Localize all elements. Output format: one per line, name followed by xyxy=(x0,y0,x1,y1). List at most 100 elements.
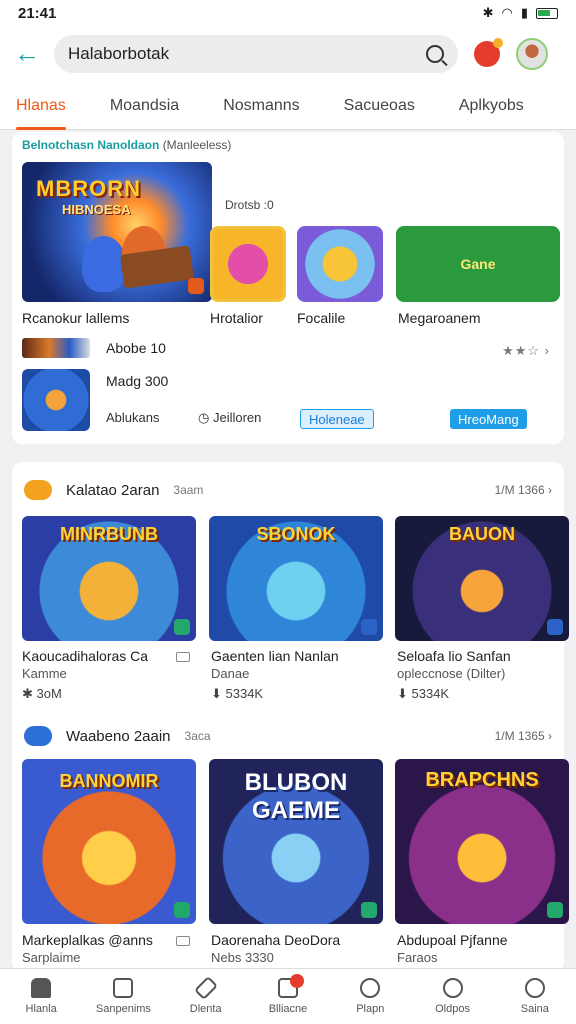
game-art-title: MINRBUNB xyxy=(60,524,158,544)
tab-bar: Hlanas Moandsia Nosmanns Sacueoas Aplkyo… xyxy=(0,82,576,130)
tile-label-1: Hrotalior xyxy=(210,310,263,326)
rating-stars: ★★☆ › xyxy=(502,343,550,358)
game-art-title: SBONOK xyxy=(256,524,336,544)
avatar[interactable] xyxy=(516,38,548,70)
game-art-title: BLUBON GAEME xyxy=(244,769,348,824)
game-subtitle: Danae xyxy=(211,666,250,681)
tab-hlanas[interactable]: Hlanas xyxy=(0,82,82,130)
game-card-image[interactable]: BAUON xyxy=(395,516,569,641)
row-2-text: Madg 300 xyxy=(106,373,169,389)
row-1-text: Abobe 10 xyxy=(106,340,166,356)
tab-sacueoas[interactable]: Sacueoas xyxy=(316,82,431,130)
section-2-more[interactable]: 1/M 1365 › xyxy=(495,729,552,743)
nav-play[interactable]: Plapn xyxy=(329,969,411,1024)
game-size-text: 5334K xyxy=(225,686,264,701)
game-art-title: BANNOMIR xyxy=(59,771,159,791)
top-bar: ← xyxy=(0,26,576,82)
row-thumbnail xyxy=(22,338,90,358)
tab-aplkyobs[interactable]: Aplkyobs xyxy=(431,82,540,130)
game-badge-icon xyxy=(174,619,190,635)
featured-title-text: Belnotchasn Nanoldaon xyxy=(22,138,160,152)
section-2-header[interactable]: Waabeno 2aain 3aca 1/M 1365 › xyxy=(24,726,552,746)
nav-edit[interactable]: Dlenta xyxy=(165,969,247,1024)
game-card-image[interactable]: BANNOMIR xyxy=(22,759,196,924)
game-card-image[interactable]: MINRBUNB xyxy=(22,516,196,641)
featured-pill-2[interactable]: HreoMang xyxy=(450,409,527,429)
game-size: ⬇ 5334K xyxy=(397,686,449,702)
game-name: Abdupoal Pjfanne xyxy=(397,932,508,948)
featured-card: Belnotchasn Nanoldaon (Manleeless) MBROR… xyxy=(12,132,564,444)
game-badge-icon xyxy=(361,619,377,635)
clock-icon: ◷ xyxy=(198,410,210,425)
game-badge-icon xyxy=(547,619,563,635)
download-count-icon: ⬇ xyxy=(211,686,226,701)
row-thumbnail xyxy=(22,369,90,431)
character-art xyxy=(82,236,126,292)
section-2-icon xyxy=(24,726,52,746)
game-card-image[interactable]: BLUBON GAEME xyxy=(209,759,383,924)
section-1-small: 3aam xyxy=(173,483,204,497)
game-size: ⬇ 5334K xyxy=(211,686,263,702)
game-tile-2[interactable] xyxy=(297,226,383,302)
section-2-small: 3aca xyxy=(184,729,211,743)
home-icon xyxy=(31,978,52,998)
featured-side-meta: Drotsb :0 xyxy=(225,198,274,212)
section-1-title: Kalatao 2aran xyxy=(66,481,160,499)
banner-art-sub: HIBNOESA xyxy=(62,202,131,217)
game-tile-3-text: Gane xyxy=(460,256,496,272)
featured-banner-label: Rcanokur lallems xyxy=(22,310,130,326)
section-1-more[interactable]: 1/M 1366 › xyxy=(495,483,552,497)
nav-inbox[interactable]: Blliacne xyxy=(247,969,329,1024)
game-card-image[interactable]: BRAPCHNS xyxy=(395,759,569,924)
featured-banner-image[interactable]: MBRORN HIBNOESA xyxy=(22,162,212,302)
wifi-icon: ◠ xyxy=(501,5,513,20)
tile-label-3: Megaroanem xyxy=(398,310,481,326)
bluetooth-icon: ✱ xyxy=(482,5,494,20)
game-subtitle: Kamme xyxy=(22,666,67,681)
download-count-icon: ⬇ xyxy=(397,686,412,701)
star-icon: ✱ xyxy=(22,686,37,701)
tab-nosmanns[interactable]: Nosmanns xyxy=(195,82,315,130)
nav-apps[interactable]: Sanpenims xyxy=(82,969,164,1024)
featured-title: Belnotchasn Nanoldaon (Manleeless) xyxy=(22,138,231,152)
meta-mid-text: Jeilloren xyxy=(212,410,262,425)
rating-badge-icon xyxy=(188,278,204,294)
inbox-icon xyxy=(277,974,304,998)
game-badge-icon xyxy=(547,902,563,918)
featured-title-sub: (Manleeless) xyxy=(162,138,232,152)
search-input[interactable] xyxy=(68,44,426,64)
notification-icon[interactable] xyxy=(474,38,503,67)
tile-label-2: Focalile xyxy=(297,310,346,326)
game-name: Daorenaha DeoDora xyxy=(211,932,341,948)
tab-moandsia[interactable]: Moandsia xyxy=(82,82,195,130)
game-card-image[interactable]: SBONOK xyxy=(209,516,383,641)
profile-icon xyxy=(524,978,545,998)
nav-label: Dlenta xyxy=(189,1003,222,1015)
game-tile-1[interactable] xyxy=(210,226,286,302)
download-icon[interactable] xyxy=(176,652,190,662)
nav-profile[interactable]: Saina xyxy=(494,969,576,1024)
nav-label: Plapn xyxy=(356,1003,385,1015)
back-arrow-icon[interactable]: ← xyxy=(14,40,42,68)
section-2-title: Waabeno 2aain xyxy=(66,727,171,745)
nav-options[interactable]: Oldpos xyxy=(411,969,493,1024)
game-tile-3[interactable]: Gane xyxy=(396,226,560,302)
nav-label: Blliacne xyxy=(268,1003,308,1015)
section-1-header[interactable]: Kalatao 2aran 3aam 1/M 1366 › xyxy=(24,480,552,500)
nav-label: Sanpenims xyxy=(95,1003,151,1015)
game-name: Kaoucadihaloras Ca xyxy=(22,648,149,664)
featured-pill-1[interactable]: Holeneae xyxy=(300,409,374,429)
download-icon[interactable] xyxy=(176,936,190,946)
search-bar[interactable] xyxy=(54,35,458,73)
game-size-text: 5334K xyxy=(411,686,450,701)
featured-row-1[interactable]: Abobe 10 xyxy=(22,338,166,358)
game-badge-icon xyxy=(361,902,377,918)
apps-icon xyxy=(113,978,134,998)
search-icon[interactable] xyxy=(426,45,444,63)
game-name: Markeplalkas @anns xyxy=(22,932,153,948)
meta-left: Ablukans xyxy=(106,410,160,425)
game-art-title: BAUON xyxy=(449,524,515,544)
nav-home[interactable]: Hlanla xyxy=(0,969,82,1024)
nav-label: Saina xyxy=(520,1003,549,1015)
status-time: 21:41 xyxy=(18,4,57,22)
